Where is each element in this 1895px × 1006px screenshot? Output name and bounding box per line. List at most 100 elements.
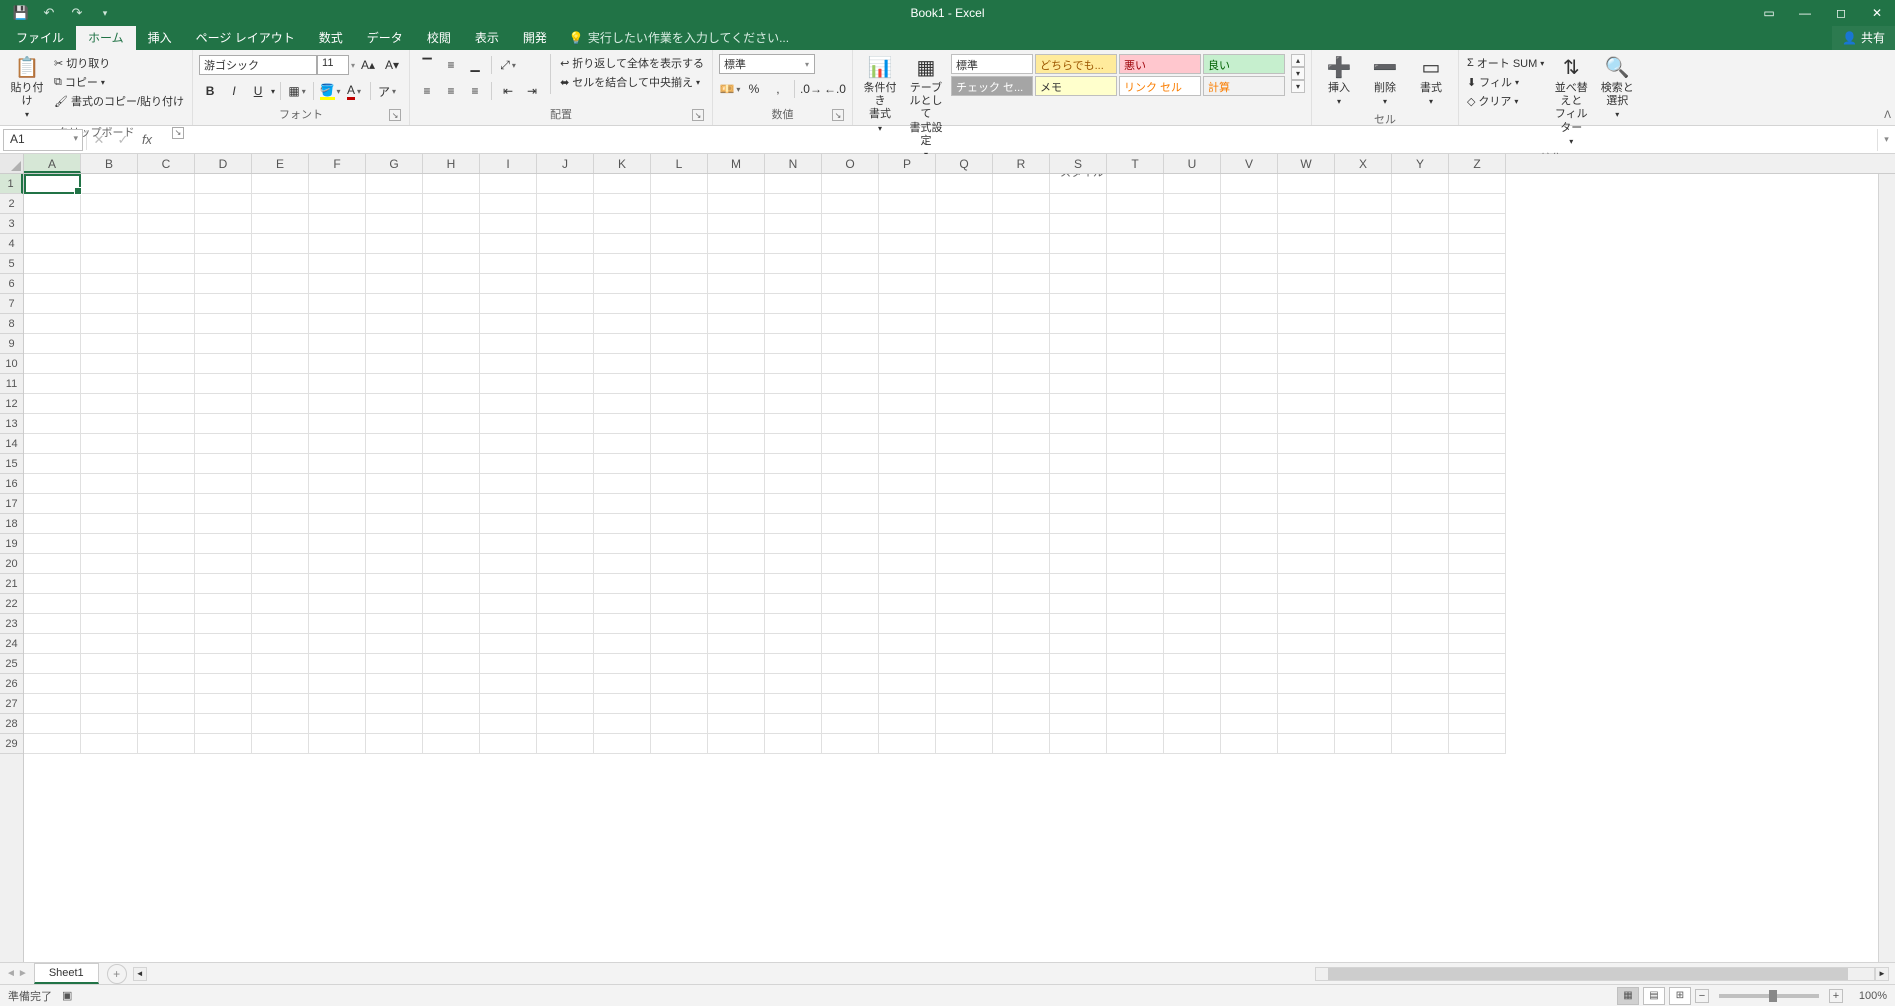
cell-N10[interactable]: [765, 354, 822, 374]
cell-U25[interactable]: [1164, 654, 1221, 674]
cell-P21[interactable]: [879, 574, 936, 594]
cell-S26[interactable]: [1050, 674, 1107, 694]
cell-F5[interactable]: [309, 254, 366, 274]
col-header-K[interactable]: K: [594, 154, 651, 173]
cell-A7[interactable]: [24, 294, 81, 314]
row-header-9[interactable]: 9: [0, 334, 23, 354]
col-header-R[interactable]: R: [993, 154, 1050, 173]
cell-Y12[interactable]: [1392, 394, 1449, 414]
font-name-select[interactable]: 游ゴシック: [199, 55, 317, 75]
cell-Z5[interactable]: [1449, 254, 1506, 274]
cell-Q3[interactable]: [936, 214, 993, 234]
cell-S15[interactable]: [1050, 454, 1107, 474]
cell-J18[interactable]: [537, 514, 594, 534]
cell-E8[interactable]: [252, 314, 309, 334]
cell-Y10[interactable]: [1392, 354, 1449, 374]
cell-Q29[interactable]: [936, 734, 993, 754]
cell-K26[interactable]: [594, 674, 651, 694]
cell-M5[interactable]: [708, 254, 765, 274]
row-header-25[interactable]: 25: [0, 654, 23, 674]
cell-R28[interactable]: [993, 714, 1050, 734]
cell-R22[interactable]: [993, 594, 1050, 614]
cell-E16[interactable]: [252, 474, 309, 494]
cell-T24[interactable]: [1107, 634, 1164, 654]
cell-T8[interactable]: [1107, 314, 1164, 334]
cell-X25[interactable]: [1335, 654, 1392, 674]
cell-C9[interactable]: [138, 334, 195, 354]
cell-Z25[interactable]: [1449, 654, 1506, 674]
row-header-20[interactable]: 20: [0, 554, 23, 574]
cell-H27[interactable]: [423, 694, 480, 714]
cell-R4[interactable]: [993, 234, 1050, 254]
cell-W6[interactable]: [1278, 274, 1335, 294]
cell-S19[interactable]: [1050, 534, 1107, 554]
cell-H5[interactable]: [423, 254, 480, 274]
cell-U14[interactable]: [1164, 434, 1221, 454]
cell-J29[interactable]: [537, 734, 594, 754]
cell-D23[interactable]: [195, 614, 252, 634]
cell-R18[interactable]: [993, 514, 1050, 534]
cell-J22[interactable]: [537, 594, 594, 614]
cell-V5[interactable]: [1221, 254, 1278, 274]
col-header-B[interactable]: B: [81, 154, 138, 173]
cell-P18[interactable]: [879, 514, 936, 534]
cell-T10[interactable]: [1107, 354, 1164, 374]
cell-L1[interactable]: [651, 174, 708, 194]
cell-I14[interactable]: [480, 434, 537, 454]
cell-I13[interactable]: [480, 414, 537, 434]
cell-Q9[interactable]: [936, 334, 993, 354]
cell-W16[interactable]: [1278, 474, 1335, 494]
cell-A9[interactable]: [24, 334, 81, 354]
cell-H24[interactable]: [423, 634, 480, 654]
cell-E4[interactable]: [252, 234, 309, 254]
cell-C10[interactable]: [138, 354, 195, 374]
cell-K6[interactable]: [594, 274, 651, 294]
cell-M11[interactable]: [708, 374, 765, 394]
cell-E10[interactable]: [252, 354, 309, 374]
cell-T23[interactable]: [1107, 614, 1164, 634]
cell-G15[interactable]: [366, 454, 423, 474]
sheet-nav-prev[interactable]: ◄: [6, 968, 16, 979]
cell-F18[interactable]: [309, 514, 366, 534]
cell-V20[interactable]: [1221, 554, 1278, 574]
cell-E21[interactable]: [252, 574, 309, 594]
cell-B24[interactable]: [81, 634, 138, 654]
cell-V3[interactable]: [1221, 214, 1278, 234]
row-header-27[interactable]: 27: [0, 694, 23, 714]
cell-Q26[interactable]: [936, 674, 993, 694]
cell-Q27[interactable]: [936, 694, 993, 714]
cell-W29[interactable]: [1278, 734, 1335, 754]
wrap-text-button[interactable]: ↩折り返して全体を表示する: [558, 54, 706, 72]
cell-S22[interactable]: [1050, 594, 1107, 614]
cell-G2[interactable]: [366, 194, 423, 214]
cell-H12[interactable]: [423, 394, 480, 414]
cell-R10[interactable]: [993, 354, 1050, 374]
cell-W14[interactable]: [1278, 434, 1335, 454]
row-header-14[interactable]: 14: [0, 434, 23, 454]
cell-D25[interactable]: [195, 654, 252, 674]
cell-R11[interactable]: [993, 374, 1050, 394]
collapse-ribbon-button[interactable]: ᐱ: [1884, 110, 1891, 121]
cell-T25[interactable]: [1107, 654, 1164, 674]
cell-I21[interactable]: [480, 574, 537, 594]
cell-P19[interactable]: [879, 534, 936, 554]
cell-X12[interactable]: [1335, 394, 1392, 414]
cell-V9[interactable]: [1221, 334, 1278, 354]
cell-A21[interactable]: [24, 574, 81, 594]
cell-A3[interactable]: [24, 214, 81, 234]
cell-N9[interactable]: [765, 334, 822, 354]
cell-B20[interactable]: [81, 554, 138, 574]
cell-C25[interactable]: [138, 654, 195, 674]
cell-Z13[interactable]: [1449, 414, 1506, 434]
cell-O27[interactable]: [822, 694, 879, 714]
cell-T7[interactable]: [1107, 294, 1164, 314]
merge-center-button[interactable]: ⬌セルを結合して中央揃え▾: [558, 73, 706, 91]
cell-M23[interactable]: [708, 614, 765, 634]
cell-W7[interactable]: [1278, 294, 1335, 314]
font-dialog-launcher[interactable]: ↘: [389, 109, 401, 121]
cell-O1[interactable]: [822, 174, 879, 194]
cell-Y24[interactable]: [1392, 634, 1449, 654]
cell-Q1[interactable]: [936, 174, 993, 194]
cell-O13[interactable]: [822, 414, 879, 434]
clipboard-dialog-launcher[interactable]: ↘: [172, 127, 184, 139]
